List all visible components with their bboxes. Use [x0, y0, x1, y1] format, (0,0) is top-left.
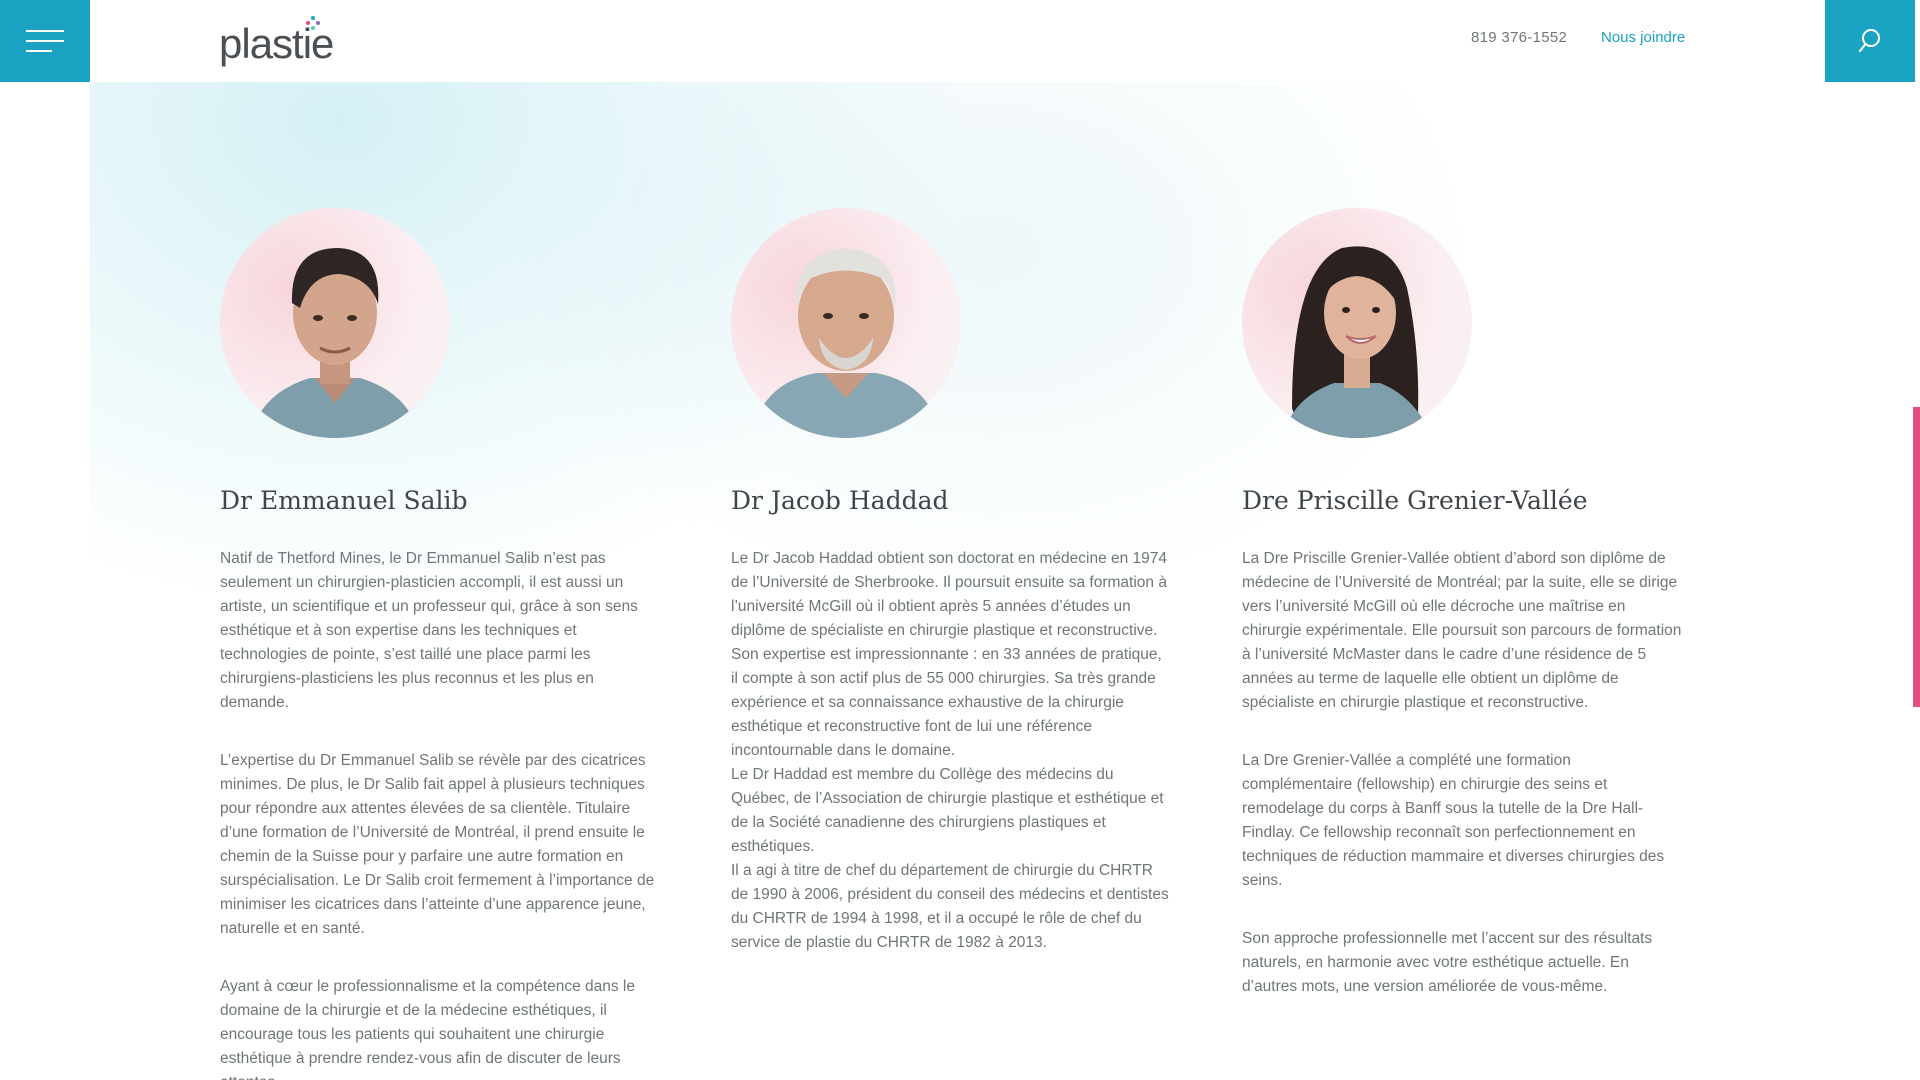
- bio-paragraph: Natif de Thetford Mines, le Dr Emmanuel …: [220, 550, 638, 711]
- doctor-portrait: [220, 208, 450, 438]
- doctor-portrait: [731, 208, 961, 438]
- bio-paragraph: Son expertise est impressionnante : en 3…: [731, 646, 1162, 759]
- doctor-card: Dr Emmanuel Salib Natif de Thetford Mine…: [220, 208, 660, 1080]
- doctor-card: Dr Jacob Haddad Le Dr Jacob Haddad obtie…: [731, 208, 1171, 955]
- site-header: plastie 819 376-1552 Nous joindre: [0, 0, 1920, 82]
- portrait-illustration: [751, 248, 941, 438]
- doctor-bio: Le Dr Jacob Haddad obtient son doctorat …: [731, 547, 1171, 955]
- doctor-bio: Natif de Thetford Mines, le Dr Emmanuel …: [220, 547, 660, 1080]
- hamburger-line: [26, 50, 52, 52]
- doctor-portrait: [1242, 208, 1472, 438]
- bio-paragraph: L’expertise du Dr Emmanuel Salib se révè…: [220, 752, 655, 937]
- scroll-indicator[interactable]: [1913, 407, 1920, 707]
- bio-paragraph: Son approche professionnelle met l’accen…: [1242, 930, 1653, 995]
- doctor-name: Dr Jacob Haddad: [731, 486, 949, 515]
- bio-paragraph: Le Dr Haddad est membre du Collège des m…: [731, 766, 1164, 855]
- portrait-illustration: [250, 248, 420, 438]
- contact-link[interactable]: Nous joindre: [1601, 29, 1685, 46]
- hamburger-line: [26, 40, 64, 42]
- bio-paragraph: La Dre Priscille Grenier-Vallée obtient …: [1242, 550, 1682, 711]
- bio-paragraph: Il a agi à titre de chef du département …: [731, 862, 1169, 951]
- phone-number[interactable]: 819 376-1552: [1471, 29, 1567, 46]
- bio-paragraph: Le Dr Jacob Haddad obtient son doctorat …: [731, 550, 1168, 639]
- doctor-name: Dre Priscille Grenier-Vallée: [1242, 486, 1588, 515]
- menu-button[interactable]: [0, 0, 90, 82]
- search-button[interactable]: [1825, 0, 1915, 82]
- hamburger-icon: [26, 30, 64, 32]
- portrait-illustration: [1282, 246, 1432, 438]
- doctor-bio: La Dre Priscille Grenier-Vallée obtient …: [1242, 547, 1682, 999]
- bio-paragraph: La Dre Grenier-Vallée a complété une for…: [1242, 752, 1665, 889]
- logo-mark-icon: [306, 16, 320, 30]
- search-icon: [1858, 29, 1880, 53]
- bio-paragraph: Ayant à cœur le professionnalisme et la …: [220, 978, 635, 1080]
- doctor-card: Dre Priscille Grenier-Vallée La Dre Pris…: [1242, 208, 1682, 1033]
- doctor-name: Dr Emmanuel Salib: [220, 486, 468, 515]
- logo[interactable]: plastie: [219, 16, 349, 66]
